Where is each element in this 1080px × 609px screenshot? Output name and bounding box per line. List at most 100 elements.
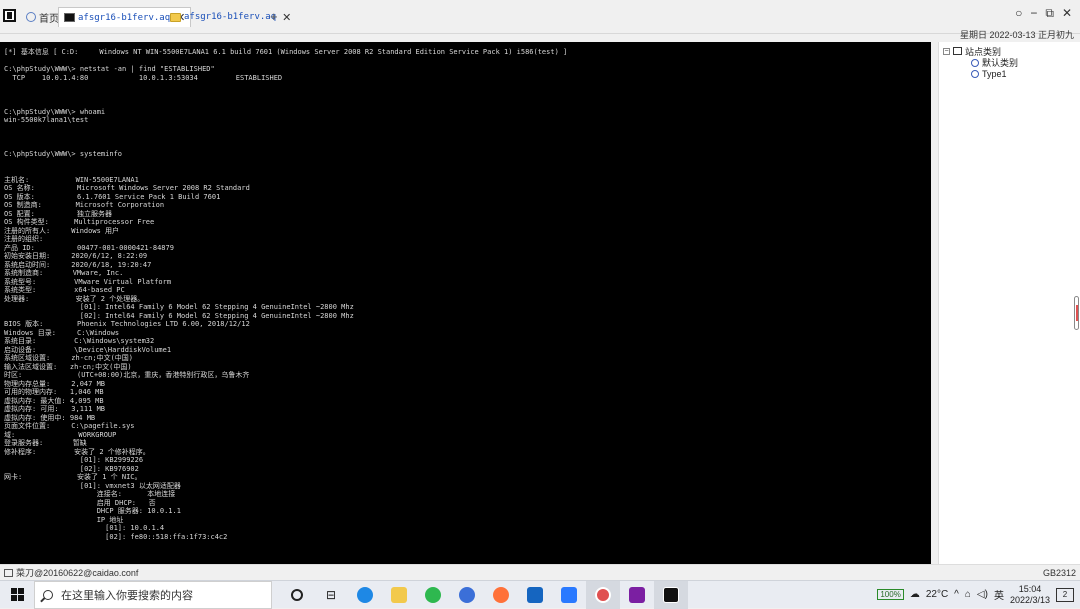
- collapse-toggle-icon[interactable]: −: [943, 47, 950, 55]
- terminal-line: [01]: 10.0.1.4: [4, 524, 165, 532]
- battery-indicator[interactable]: 100%: [877, 589, 904, 600]
- taskbar-firefox[interactable]: [484, 581, 518, 609]
- terminal-line: TCP 10.0.1.4:80 10.0.1.3:53034 ESTABLISH…: [4, 73, 283, 82]
- network-icon[interactable]: ⌂: [965, 589, 971, 600]
- taskbar-explorer[interactable]: [382, 581, 416, 609]
- terminal-line: 虚拟内存: 使用中: 984 MB: [4, 413, 96, 422]
- tab-label: afsgr16-b1ferv.aq: [184, 12, 277, 22]
- taskbar-onenote[interactable]: [620, 581, 654, 609]
- status-encoding[interactable]: GB2312: [1043, 568, 1076, 578]
- terminal-line: C:\phpStudy\WWW\> systeminfo: [4, 150, 123, 158]
- terminal-line: OS 配置: 独立服务器: [4, 209, 113, 218]
- terminal-line: 系统制造商: VMware, Inc.: [4, 269, 124, 277]
- system-tray: 100% ☁ 22°C ^ ⌂ ◁) 英 15:04 2022/3/13 2: [877, 581, 1080, 609]
- terminal-line: 注册的所有人: Windows 用户: [4, 226, 120, 235]
- terminal-line: IP 地址: [4, 515, 124, 524]
- minimize-button[interactable]: −: [1030, 6, 1037, 21]
- status-config: 菜刀@20160622@caidao.conf: [16, 568, 139, 578]
- add-tab-button[interactable]: +: [270, 9, 278, 24]
- restore-button[interactable]: ⧉: [1045, 6, 1054, 21]
- terminal-line: 可用的物理内存: 1,046 MB: [4, 388, 104, 396]
- terminal-line: 系统目录: C:\Windows\system32: [4, 337, 155, 345]
- taskbar-caidao[interactable]: [586, 580, 620, 609]
- terminal-icon: [64, 13, 75, 22]
- taskbar-edge[interactable]: [348, 581, 382, 609]
- taskbar-search[interactable]: 在这里输入你要搜索的内容: [34, 580, 272, 609]
- terminal-output[interactable]: [*] 基本信息 [ C:D: Windows NT WIN-5500E7LAN…: [0, 42, 931, 564]
- terminal-line: 修补程序: 安装了 2 个修补程序。: [4, 447, 150, 456]
- firefox-icon: [493, 586, 509, 603]
- terminal-line: 虚拟内存: 可用: 3,111 MB: [4, 405, 106, 413]
- terminal-line: DHCP 服务器: 10.0.1.1: [4, 507, 181, 515]
- windows-logo-icon: [10, 588, 24, 601]
- tree-item-type1[interactable]: Type1: [943, 68, 1076, 79]
- taskbar-wechat[interactable]: [416, 581, 450, 609]
- category-folder-icon: [953, 47, 962, 55]
- caidao-icon: [595, 586, 611, 603]
- terminal-app-icon: [663, 586, 679, 603]
- terminal-line: 系统型号: VMware Virtual Platform: [4, 277, 172, 286]
- terminal-line: [02]: KB976902: [4, 464, 139, 473]
- taskbar-app-l[interactable]: [450, 581, 484, 609]
- tab-label: 首页: [39, 13, 59, 25]
- taskbar-app-check[interactable]: [552, 581, 586, 609]
- terminal-line: [01]: vmxnet3 以太网适配器: [4, 481, 181, 490]
- tray-expand-icon[interactable]: ^: [954, 589, 959, 600]
- close-icon[interactable]: ✕: [282, 11, 291, 24]
- start-button[interactable]: [0, 581, 34, 609]
- ime-indicator[interactable]: 英: [994, 587, 1004, 602]
- config-file-icon: [4, 568, 13, 577]
- clock-time: 15:04: [1018, 583, 1042, 594]
- status-bar: 菜刀@20160622@caidao.conf GB2312: [0, 564, 1080, 580]
- clock[interactable]: 15:04 2022/3/13: [1010, 584, 1050, 606]
- terminal-line: 时区: (UTC+08:00)北京，重庆，香港特别行政区，乌鲁木齐: [4, 371, 250, 379]
- terminal-line: [02]: fe80::518:ffa:1f73:c4c2: [4, 532, 228, 541]
- tree-item-label: 默认类别: [982, 58, 1019, 68]
- scrollbar-thumb[interactable]: [1074, 296, 1079, 330]
- terminal-line: 产品 ID: 00477-001-0000421-84879: [4, 243, 174, 252]
- terminal-line: 系统启动时间: 2020/6/18, 19:20:47: [4, 260, 152, 269]
- search-placeholder: 在这里输入你要搜索的内容: [61, 589, 193, 602]
- terminal-line: C:\phpStudy\WWW\> whoami: [4, 107, 106, 116]
- volume-icon[interactable]: ◁): [977, 589, 988, 600]
- weather-temp[interactable]: 22°C: [926, 589, 948, 600]
- close-window-button[interactable]: ✕: [1062, 6, 1072, 21]
- terminal-line: 域: WORKGROUP: [4, 430, 117, 439]
- terminal-line: win-5500k7lana1\test: [4, 116, 89, 124]
- taskbar-terminal-app[interactable]: [654, 580, 688, 609]
- edge-icon: [357, 586, 373, 603]
- site-node-icon: [971, 69, 979, 78]
- window-controls: ○ − ⧉ ✕: [1015, 6, 1072, 21]
- checkmark-app-icon: [561, 586, 577, 603]
- terminal-line: [02]: Intel64 Family 6 Model 62 Stepping…: [4, 311, 354, 320]
- terminal-line: 连接名: 本地连接: [4, 490, 176, 498]
- terminal-line: [01]: Intel64 Family 6 Model 62 Stepping…: [4, 303, 354, 311]
- terminal-line: C:\phpStudy\WWW\> netstat -an | find "ES…: [4, 65, 215, 73]
- cortana-icon: [291, 588, 303, 601]
- app-l-icon: [459, 586, 475, 603]
- tree-item-default[interactable]: 默认类别: [943, 57, 1076, 68]
- terminal-line: 物理内存总量: 2,047 MB: [4, 379, 106, 388]
- taskbar-mail[interactable]: [518, 581, 552, 609]
- settings-circle-icon[interactable]: ○: [1015, 6, 1022, 21]
- terminal-line: OS 构件类型: Multiprocessor Free: [4, 218, 155, 226]
- site-category-panel: − 站点类别 默认类别 Type1: [938, 42, 1080, 564]
- terminal-line: 启动设备: \Device\HarddiskVolume1: [4, 345, 172, 354]
- site-node-icon: [971, 58, 979, 67]
- folder-icon: [170, 12, 181, 22]
- notification-center-button[interactable]: 2: [1056, 587, 1074, 602]
- date-label: 星期日 2022-03-13 正月初九: [959, 30, 1074, 40]
- terminal-line: 登录服务器: 暂缺: [4, 439, 87, 447]
- terminal-line: 页面文件位置: C:\pagefile.sys: [4, 422, 135, 430]
- terminal-line: 注册的组织:: [4, 235, 44, 243]
- weather-icon: ☁: [909, 589, 920, 600]
- cortana-button[interactable]: [280, 581, 314, 609]
- home-icon: [26, 12, 36, 22]
- terminal-line: 处理器: 安装了 2 个处理器。: [4, 294, 145, 303]
- app-logo-icon: [3, 9, 16, 22]
- task-view-button[interactable]: ⊟: [314, 581, 348, 609]
